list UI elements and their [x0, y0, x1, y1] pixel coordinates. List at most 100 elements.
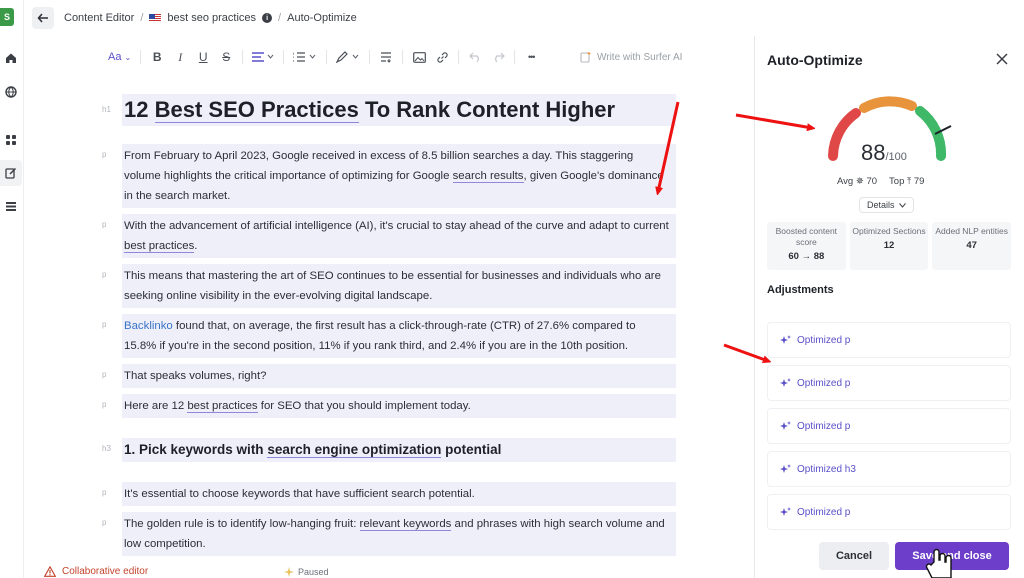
- sparkle-icon: [780, 463, 791, 473]
- adjustment-item[interactable]: Optimized p: [767, 494, 1011, 530]
- adjustment-item[interactable]: Optimized p: [767, 408, 1011, 444]
- sparkle-icon: [780, 377, 791, 387]
- home-icon[interactable]: [3, 50, 19, 66]
- top-bar: Content Editor / best seo practices i / …: [24, 0, 754, 36]
- breadcrumb-content-editor[interactable]: Content Editor: [64, 12, 134, 24]
- stat-value: 60 → 88: [788, 251, 825, 262]
- formatting-toolbar: Aa ⌄ B I U S •••: [108, 46, 538, 68]
- highlight-dropdown[interactable]: [336, 48, 360, 66]
- details-dropdown[interactable]: Details: [859, 197, 914, 213]
- avg-icon: ✵: [855, 176, 864, 187]
- gauge-segment-orange: [859, 96, 917, 113]
- adjustment-label: Optimized p: [797, 420, 851, 432]
- text-style-dropdown[interactable]: Aa ⌄: [108, 48, 131, 66]
- block-type-tag: p: [102, 370, 107, 379]
- bold-button[interactable]: B: [150, 48, 164, 66]
- more-options-button[interactable]: •••: [524, 48, 538, 66]
- adjustment-label: Optimized p: [797, 377, 851, 389]
- paragraph-text[interactable]: The golden rule is to identify low-hangi…: [124, 514, 669, 554]
- text-wrap-icon: [381, 52, 392, 63]
- top-icon: ⤒: [907, 176, 912, 187]
- paused-status: Paused: [284, 567, 329, 577]
- write-with-surfer-ai-button[interactable]: Write with Surfer AI: [580, 51, 682, 63]
- block-type-tag: p: [102, 320, 107, 329]
- redo-icon: [494, 52, 505, 62]
- warning-icon: [44, 566, 56, 577]
- keyword-highlight: relevant keywords: [359, 518, 452, 531]
- toolbar-divider: [514, 50, 516, 64]
- breadcrumb-current: Auto-Optimize: [287, 12, 357, 24]
- paragraph-text[interactable]: That speaks volumes, right?: [124, 366, 669, 386]
- adjustment-label: Optimized p: [797, 334, 851, 346]
- panel-title: Auto-Optimize: [767, 52, 863, 68]
- sparkle-icon: [780, 334, 791, 344]
- text-run: potential: [441, 442, 502, 457]
- paragraph-text[interactable]: This means that mastering the art of SEO…: [124, 266, 669, 306]
- app-logo[interactable]: S: [0, 8, 14, 26]
- stat-label: Added NLP entities: [935, 226, 1008, 236]
- paragraph-text[interactable]: It's essential to choose keywords that h…: [124, 484, 669, 504]
- avg-score: Avg ✵ 70: [837, 176, 877, 187]
- link-icon: [437, 51, 448, 63]
- cancel-button[interactable]: Cancel: [819, 542, 889, 570]
- clear-format-button[interactable]: [379, 48, 393, 66]
- chevron-down-icon: ⌄: [124, 52, 132, 62]
- us-flag-icon: [149, 14, 162, 22]
- text-run: That speaks volumes, right?: [124, 370, 267, 382]
- toolbar-divider: [369, 50, 371, 64]
- breadcrumb: Content Editor / best seo practices i / …: [64, 12, 357, 24]
- underline-button[interactable]: U: [196, 48, 210, 66]
- apps-icon[interactable]: [3, 132, 19, 148]
- write-with-surfer-ai-label: Write with Surfer AI: [597, 51, 683, 63]
- keyword-highlight: best practices: [124, 240, 195, 253]
- strikethrough-button[interactable]: S: [219, 48, 233, 66]
- highlighter-icon: [336, 51, 359, 63]
- content-score: 88/100: [861, 140, 907, 166]
- collaborative-editor-status[interactable]: Collaborative editor: [44, 566, 148, 577]
- adjustment-item[interactable]: Optimized p: [767, 322, 1011, 358]
- edit-icon[interactable]: [0, 160, 22, 186]
- adjustment-item[interactable]: Optimized p: [767, 365, 1011, 401]
- paragraph-text[interactable]: Here are 12 best practices for SEO that …: [124, 396, 669, 416]
- text-link[interactable]: Backlinko: [124, 320, 173, 332]
- text-run: With the advancement of artificial intel…: [124, 220, 669, 232]
- adjustment-item[interactable]: Optimized h3: [767, 451, 1011, 487]
- sparkle-icon: [780, 506, 791, 516]
- align-dropdown[interactable]: [252, 48, 274, 66]
- save-and-close-button[interactable]: Save and close: [895, 542, 1009, 570]
- insert-image-button[interactable]: [412, 48, 426, 66]
- block-type-tag: p: [102, 488, 107, 497]
- section-heading[interactable]: 1. Pick keywords with search engine opti…: [124, 440, 669, 460]
- text-run: 12: [124, 97, 155, 122]
- globe-icon[interactable]: [3, 84, 19, 100]
- keyword-highlight: Best SEO Practices: [154, 97, 359, 123]
- app-window: S Content Editor / best seo practices i …: [0, 0, 1024, 578]
- info-icon[interactable]: i: [262, 13, 273, 23]
- breadcrumb-document[interactable]: best seo practices: [167, 12, 256, 24]
- block-type-tag: p: [102, 150, 107, 159]
- keyword-highlight: search results: [452, 170, 524, 183]
- toolbar-divider: [242, 50, 244, 64]
- collaborative-editor-label: Collaborative editor: [62, 566, 149, 577]
- paragraph-text[interactable]: With the advancement of artificial intel…: [124, 216, 669, 256]
- italic-button[interactable]: I: [173, 48, 187, 66]
- close-icon[interactable]: [995, 52, 1009, 66]
- paragraph-text[interactable]: From February to April 2023, Google rece…: [124, 146, 669, 206]
- document-title[interactable]: 12 Best SEO Practices To Rank Content Hi…: [124, 96, 669, 124]
- block-type-tag: p: [102, 270, 107, 279]
- list-dropdown[interactable]: [293, 48, 317, 66]
- insert-link-button[interactable]: [435, 48, 449, 66]
- paragraph-text[interactable]: Backlinko found that, on average, the fi…: [124, 316, 669, 356]
- align-left-icon: [252, 52, 274, 62]
- score-benchmarks: Avg ✵ 70 Top ⤒ 79: [837, 176, 924, 187]
- list-icon[interactable]: [3, 198, 19, 214]
- text-run: 1. Pick keywords with: [124, 442, 268, 457]
- redo-button[interactable]: [491, 48, 505, 66]
- block-type-tag: p: [102, 220, 107, 229]
- back-button[interactable]: [32, 7, 54, 29]
- text-run: It's essential to choose keywords that h…: [124, 488, 475, 500]
- undo-button[interactable]: [468, 48, 482, 66]
- toolbar-divider: [458, 50, 460, 64]
- keyword-highlight: best practices: [187, 400, 258, 413]
- stat-label: Boosted content score: [775, 226, 838, 247]
